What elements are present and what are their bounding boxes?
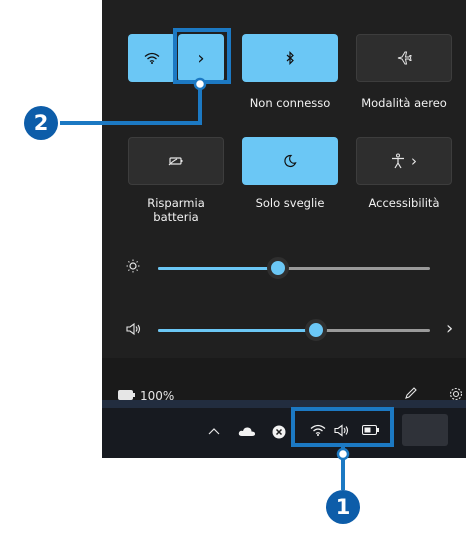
battery-saver-label-line2: batteria xyxy=(153,210,199,224)
show-hidden-icons-chevron-up-icon[interactable] xyxy=(208,427,220,435)
edit-pencil-icon[interactable] xyxy=(404,386,418,400)
brightness-icon xyxy=(126,259,140,273)
callout-badge-1: 1 xyxy=(326,490,360,524)
bluetooth-icon xyxy=(285,51,295,65)
taskbar xyxy=(102,400,466,458)
error-badge-icon[interactable] xyxy=(272,425,286,439)
airplane-icon xyxy=(396,50,412,66)
battery-saver-icon xyxy=(168,155,184,167)
focus-assist-tile[interactable] xyxy=(242,137,338,185)
highlight-box-wifi-expand xyxy=(173,28,231,84)
highlight-box-system-tray xyxy=(291,407,394,447)
callout-badge-2: 2 xyxy=(24,106,58,140)
battery-saver-tile[interactable] xyxy=(128,137,224,185)
brightness-slider[interactable] xyxy=(158,257,430,279)
airplane-mode-tile[interactable] xyxy=(356,34,452,82)
moon-icon xyxy=(283,154,297,168)
volume-expand-chevron-icon[interactable]: › xyxy=(446,318,453,339)
onedrive-cloud-icon[interactable] xyxy=(238,426,256,437)
accessibility-label: Accessibilità xyxy=(368,196,440,210)
battery-icon xyxy=(118,390,136,400)
brightness-slider-thumb[interactable] xyxy=(266,257,289,279)
volume-slider-thumb[interactable] xyxy=(304,319,327,341)
taskbar-blurred-strip xyxy=(102,400,466,408)
accessibility-icon xyxy=(391,153,405,169)
wifi-toggle-tile[interactable] xyxy=(128,34,176,82)
chevron-right-icon: › xyxy=(411,152,417,170)
battery-saver-label-line1: Risparmia xyxy=(147,196,205,210)
brightness-slider-fill xyxy=(158,267,278,270)
wifi-icon xyxy=(144,52,160,64)
volume-slider-fill xyxy=(158,329,316,332)
bluetooth-toggle-tile[interactable] xyxy=(242,34,338,82)
accessibility-tile[interactable]: › xyxy=(356,137,452,185)
airplane-tile-label: Modalità aereo xyxy=(361,96,447,110)
clock-blurred-area[interactable] xyxy=(402,414,448,446)
focus-assist-label: Solo sveglie xyxy=(255,196,325,210)
volume-slider[interactable] xyxy=(158,319,430,341)
volume-icon xyxy=(126,322,142,336)
quick-settings-panel: › Non connesso Modalità aereo Risparmia … xyxy=(102,0,466,458)
bluetooth-tile-label: Non connesso xyxy=(249,96,331,110)
battery-saver-label: Risparmia batteria xyxy=(128,196,224,224)
